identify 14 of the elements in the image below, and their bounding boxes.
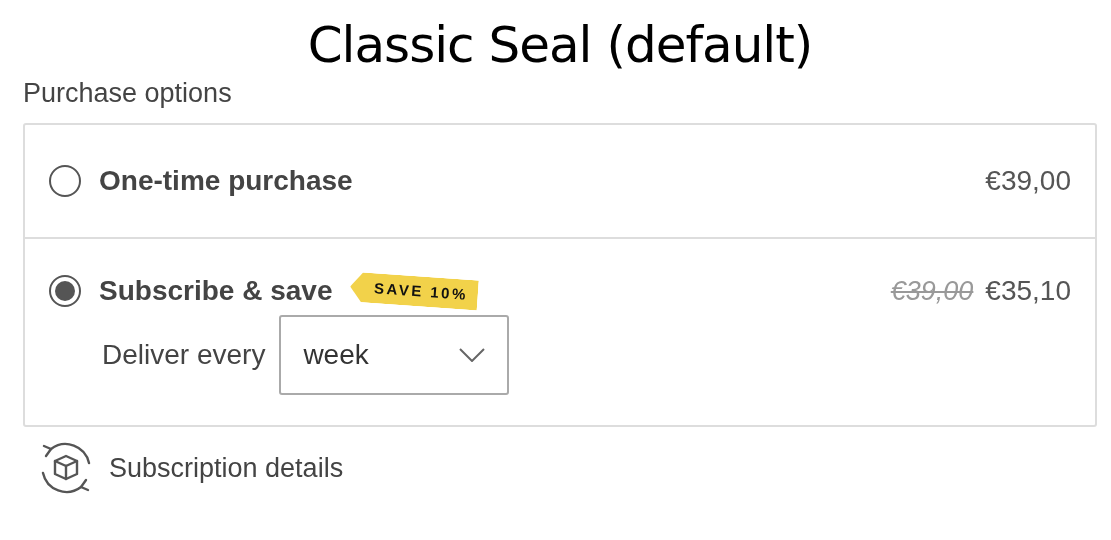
option-label: One-time purchase bbox=[99, 165, 353, 197]
radio-button[interactable] bbox=[49, 165, 81, 197]
field-label: Deliver every bbox=[102, 339, 266, 371]
frequency-dropdown[interactable]: week bbox=[279, 315, 510, 395]
product-title: Classic Seal (default) bbox=[306, 15, 814, 72]
chevron-down-icon bbox=[459, 348, 486, 362]
original-price: €39,00 bbox=[890, 275, 974, 307]
discount-tag: SAVE 10% bbox=[349, 271, 480, 311]
option-label: Subscribe & save bbox=[99, 275, 333, 307]
radio-button[interactable] bbox=[49, 275, 81, 307]
subscription-details-link[interactable]: Subscription details bbox=[109, 452, 344, 484]
price: €39,00 bbox=[985, 165, 1071, 197]
price: €35,10 bbox=[985, 275, 1071, 307]
section-label: Purchase options bbox=[23, 78, 232, 109]
